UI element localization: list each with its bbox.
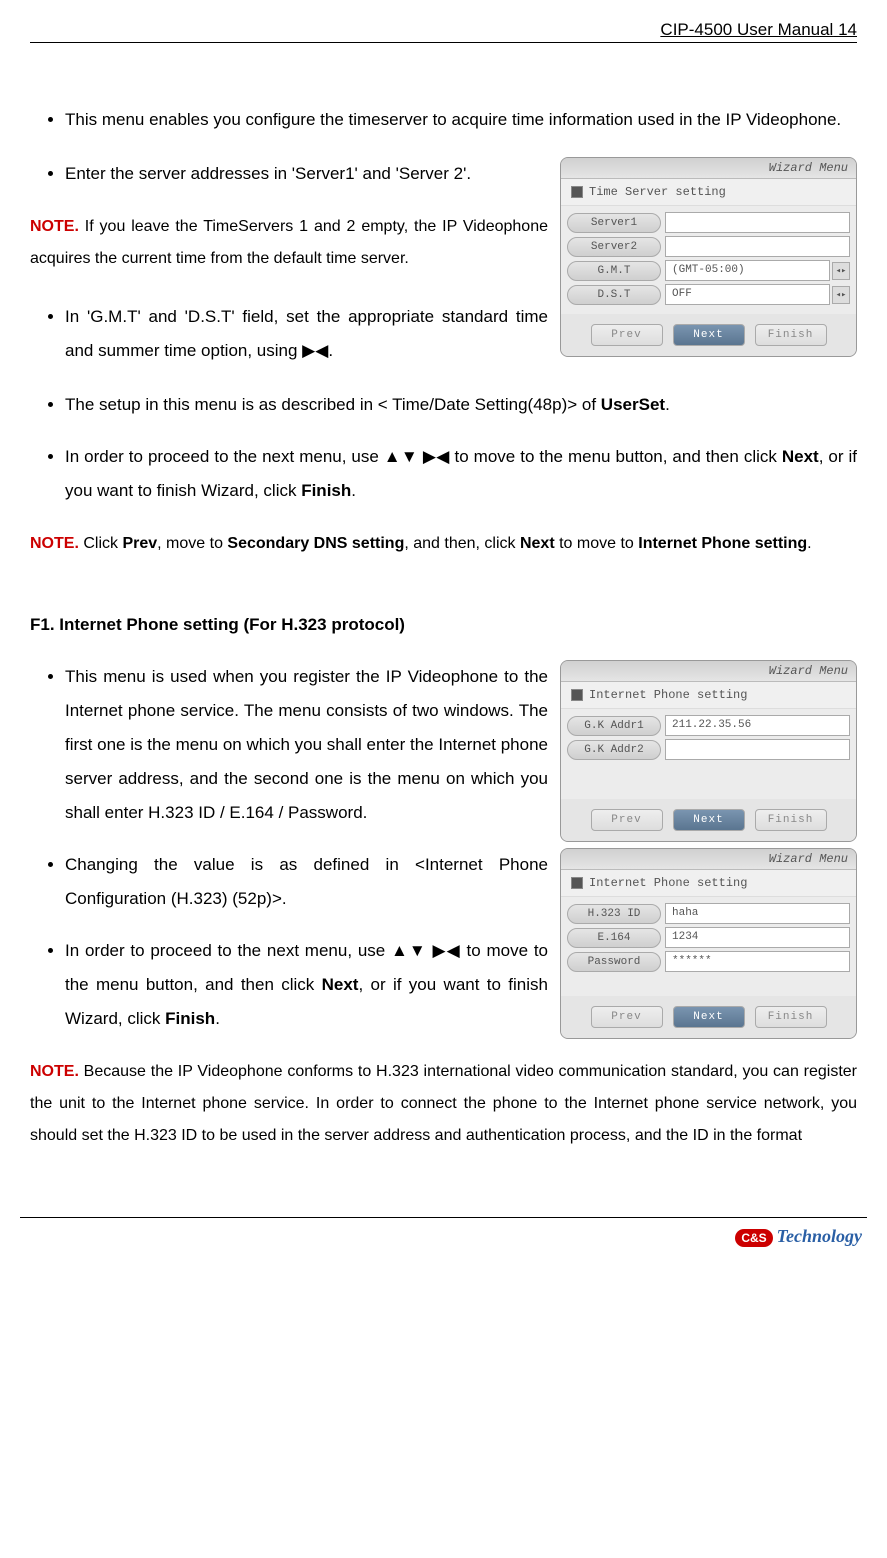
next-bold: Next [782, 447, 819, 466]
wizard-menu-title-2: Wizard Menu [561, 661, 856, 682]
bullet-1: This menu enables you configure the time… [65, 103, 857, 137]
n2-next: Next [520, 535, 555, 552]
finish-button-2[interactable]: Finish [755, 809, 827, 831]
wizard-menu-title: Wizard Menu [561, 158, 856, 179]
screenshot-subtitle-2: Internet Phone setting [561, 682, 856, 709]
server1-label: Server1 [567, 213, 661, 233]
next-button-2[interactable]: Next [673, 809, 745, 831]
prev-button-2[interactable]: Prev [591, 809, 663, 831]
prev-button[interactable]: Prev [591, 324, 663, 346]
next-button-3[interactable]: Next [673, 1006, 745, 1028]
finish-button-3[interactable]: Finish [755, 1006, 827, 1028]
note-2: NOTE. Click Prev, move to Secondary DNS … [30, 528, 857, 560]
h323-id-input[interactable]: haha [665, 903, 850, 924]
note-3-text: Because the IP Videophone conforms to H.… [30, 1063, 857, 1144]
dst-label: D.S.T [567, 285, 661, 305]
screenshot-time-server: Wizard Menu Time Server setting Server1 … [560, 157, 857, 357]
e164-input[interactable]: 1234 [665, 927, 850, 948]
n2p5: , and then, click [404, 535, 520, 552]
e164-label: E.164 [567, 928, 661, 948]
n2-prev: Prev [122, 535, 157, 552]
prev-button-3[interactable]: Prev [591, 1006, 663, 1028]
note-label: NOTE. [30, 218, 79, 235]
gmt-value[interactable]: (GMT-05:00) [665, 260, 830, 281]
gk-addr1-input[interactable]: 211.22.35.56 [665, 715, 850, 736]
finish-button[interactable]: Finish [755, 324, 827, 346]
company-logo: C&S Technology [735, 1226, 862, 1247]
h323-id-label: H.323 ID [567, 904, 661, 924]
note-label-3: NOTE. [30, 1063, 79, 1080]
finish-bold: Finish [301, 481, 351, 500]
screenshot-subtitle-3: Internet Phone setting [561, 870, 856, 897]
next-button[interactable]: Next [673, 324, 745, 346]
manual-title-text: CIP-4500 User Manual [660, 20, 833, 39]
server1-input[interactable] [665, 212, 850, 233]
dst-arrow-icon[interactable]: ◂▸ [832, 286, 850, 304]
bullet-4: The setup in this menu is as described i… [65, 388, 857, 422]
n2p9: . [807, 535, 811, 552]
dst-value[interactable]: OFF [665, 284, 830, 305]
password-input[interactable]: ****** [665, 951, 850, 972]
footer-divider [20, 1217, 867, 1218]
bullet-5: In order to proceed to the next menu, us… [65, 440, 857, 508]
gk-addr1-label: G.K Addr1 [567, 716, 661, 736]
gmt-arrow-icon[interactable]: ◂▸ [832, 262, 850, 280]
screenshot-gk-addr: Wizard Menu Internet Phone setting G.K A… [560, 660, 857, 842]
n2-ips: Internet Phone setting [638, 535, 807, 552]
page-number: 14 [838, 20, 857, 39]
logo-text: Technology [777, 1226, 862, 1246]
section-f1-title: F1. Internet Phone setting (For H.323 pr… [30, 615, 857, 635]
n2p7: to move to [555, 535, 639, 552]
note-label-2: NOTE. [30, 535, 79, 552]
screenshot-subtitle: Time Server setting [561, 179, 856, 206]
gk-addr2-label: G.K Addr2 [567, 740, 661, 760]
userset-bold: UserSet [601, 395, 665, 414]
gmt-label: G.M.T [567, 261, 661, 281]
note-1-text: If you leave the TimeServers 1 and 2 emp… [30, 218, 548, 267]
n2p1: Click [79, 535, 123, 552]
n2-secondary: Secondary DNS setting [227, 535, 404, 552]
f1-next-bold: Next [322, 975, 359, 994]
f1-b3-dot: . [215, 1009, 220, 1028]
f1-finish-bold: Finish [165, 1009, 215, 1028]
page-header: CIP-4500 User Manual 14 [30, 20, 857, 43]
server2-input[interactable] [665, 236, 850, 257]
screenshot-h323-id: Wizard Menu Internet Phone setting H.323… [560, 848, 857, 1039]
wizard-menu-title-3: Wizard Menu [561, 849, 856, 870]
bullet-5-text: In order to proceed to the next menu, us… [65, 447, 782, 466]
password-label: Password [567, 952, 661, 972]
server2-label: Server2 [567, 237, 661, 257]
gk-addr2-input[interactable] [665, 739, 850, 760]
bullet-4-text: The setup in this menu is as described i… [65, 395, 601, 414]
n2p3: , move to [157, 535, 227, 552]
manual-title: CIP-4500 User Manual 14 [660, 20, 857, 39]
logo-icon: C&S [735, 1229, 772, 1247]
note-3: NOTE. Because the IP Videophone conforms… [30, 1056, 857, 1152]
